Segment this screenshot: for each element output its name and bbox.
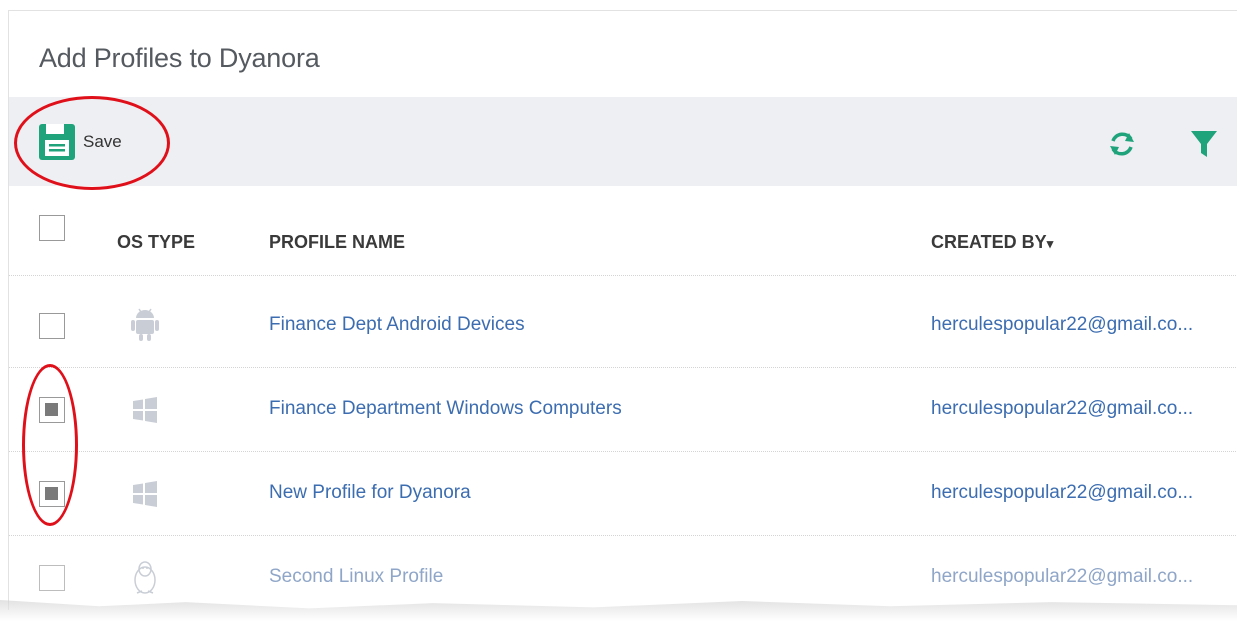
linux-icon [134,561,156,594]
column-header-profile-name[interactable]: PROFILE NAME [269,232,405,253]
sort-caret-icon: ▾ [1046,236,1054,251]
android-icon [131,308,159,341]
refresh-icon [1110,132,1134,156]
toolbar: Save [9,97,1237,186]
created-by-value: herculespopular22@gmail.co... [931,566,1194,587]
windows-icon [133,397,157,423]
profile-name-link[interactable]: Finance Dept Android Devices [269,314,525,336]
filter-button[interactable] [1187,127,1221,161]
row-checkbox[interactable] [39,481,65,507]
select-all-checkbox[interactable] [39,215,65,241]
table-row: Second Linux Profile herculespopular22@g… [9,536,1237,610]
table-row: Finance Dept Android Devices herculespop… [9,284,1237,368]
profile-name-link[interactable]: Second Linux Profile [269,566,443,588]
created-by-value: herculespopular22@gmail.co... [931,314,1194,335]
filter-icon [1191,131,1217,157]
profile-name-link[interactable]: Finance Department Windows Computers [269,398,622,420]
profile-name-link[interactable]: New Profile for Dyanora [269,482,471,504]
column-header-os-type: OS TYPE [117,232,196,252]
floppy-disk-icon [39,124,75,160]
column-header-created-by[interactable]: CREATED BY▾ [931,232,1053,253]
row-checkbox[interactable] [39,397,65,423]
table-header: OS TYPE PROFILE NAME CREATED BY▾ [9,186,1237,270]
created-by-value: herculespopular22@gmail.co... [931,482,1194,503]
column-header-created-by-label: CREATED BY [931,232,1047,252]
created-by-value: herculespopular22@gmail.co... [931,398,1194,419]
page-title: Add Profiles to Dyanora [39,43,320,73]
refresh-button[interactable] [1105,127,1139,161]
table-row: Finance Department Windows Computers her… [9,368,1237,452]
save-button-label: Save [83,132,122,151]
header-divider [9,275,1237,276]
add-profiles-panel: Add Profiles to Dyanora Save OS TYPE PRO… [8,10,1237,610]
table-row: New Profile for Dyanora herculespopular2… [9,452,1237,536]
row-checkbox[interactable] [39,313,65,339]
save-button[interactable]: Save [37,119,122,165]
windows-icon [133,481,157,507]
row-checkbox[interactable] [39,565,65,591]
